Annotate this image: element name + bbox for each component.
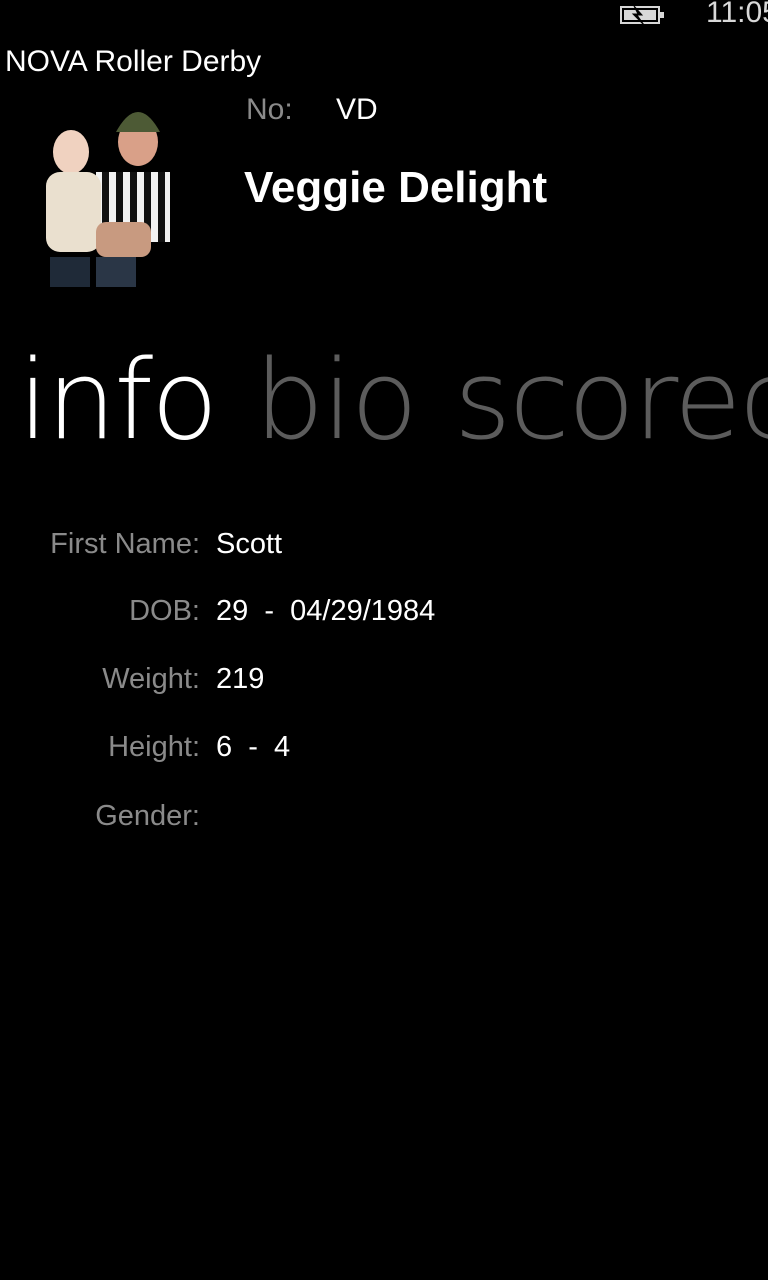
gender-label: Gender: xyxy=(95,800,200,832)
weight-label: Weight: xyxy=(102,663,200,695)
player-number: VD xyxy=(336,93,378,126)
pivot-header: infobio scorecard xyxy=(18,330,768,470)
first-name-label: First Name: xyxy=(50,528,200,560)
status-bar: 11:05 xyxy=(0,0,768,40)
info-row-height: Height: 6 - 4 xyxy=(0,731,768,775)
height-value: 6 - 4 xyxy=(216,731,291,763)
dob-label: DOB: xyxy=(129,595,200,627)
app-title: NOVA Roller Derby xyxy=(5,45,262,78)
info-row-first-name: First Name: Scott xyxy=(0,528,768,572)
info-row-gender: Gender: xyxy=(0,800,768,844)
height-label: Height: xyxy=(108,731,200,763)
tab-info[interactable]: info xyxy=(18,330,218,470)
info-row-weight: Weight: 219 xyxy=(0,663,768,707)
tab-bio[interactable]: bio xyxy=(254,330,418,470)
player-name: Veggie Delight xyxy=(244,163,548,212)
tab-scorecard[interactable]: scorecard xyxy=(454,330,768,470)
dob-value: 29 - 04/29/1984 xyxy=(216,595,436,627)
first-name-value: Scott xyxy=(216,528,283,560)
player-photo xyxy=(36,92,176,292)
number-label: No: xyxy=(246,93,293,126)
status-time: 11:05 xyxy=(706,0,768,29)
battery-charging-icon xyxy=(620,5,664,26)
info-row-dob: DOB: 29 - 04/29/1984 xyxy=(0,595,768,639)
weight-value: 219 xyxy=(216,663,265,695)
